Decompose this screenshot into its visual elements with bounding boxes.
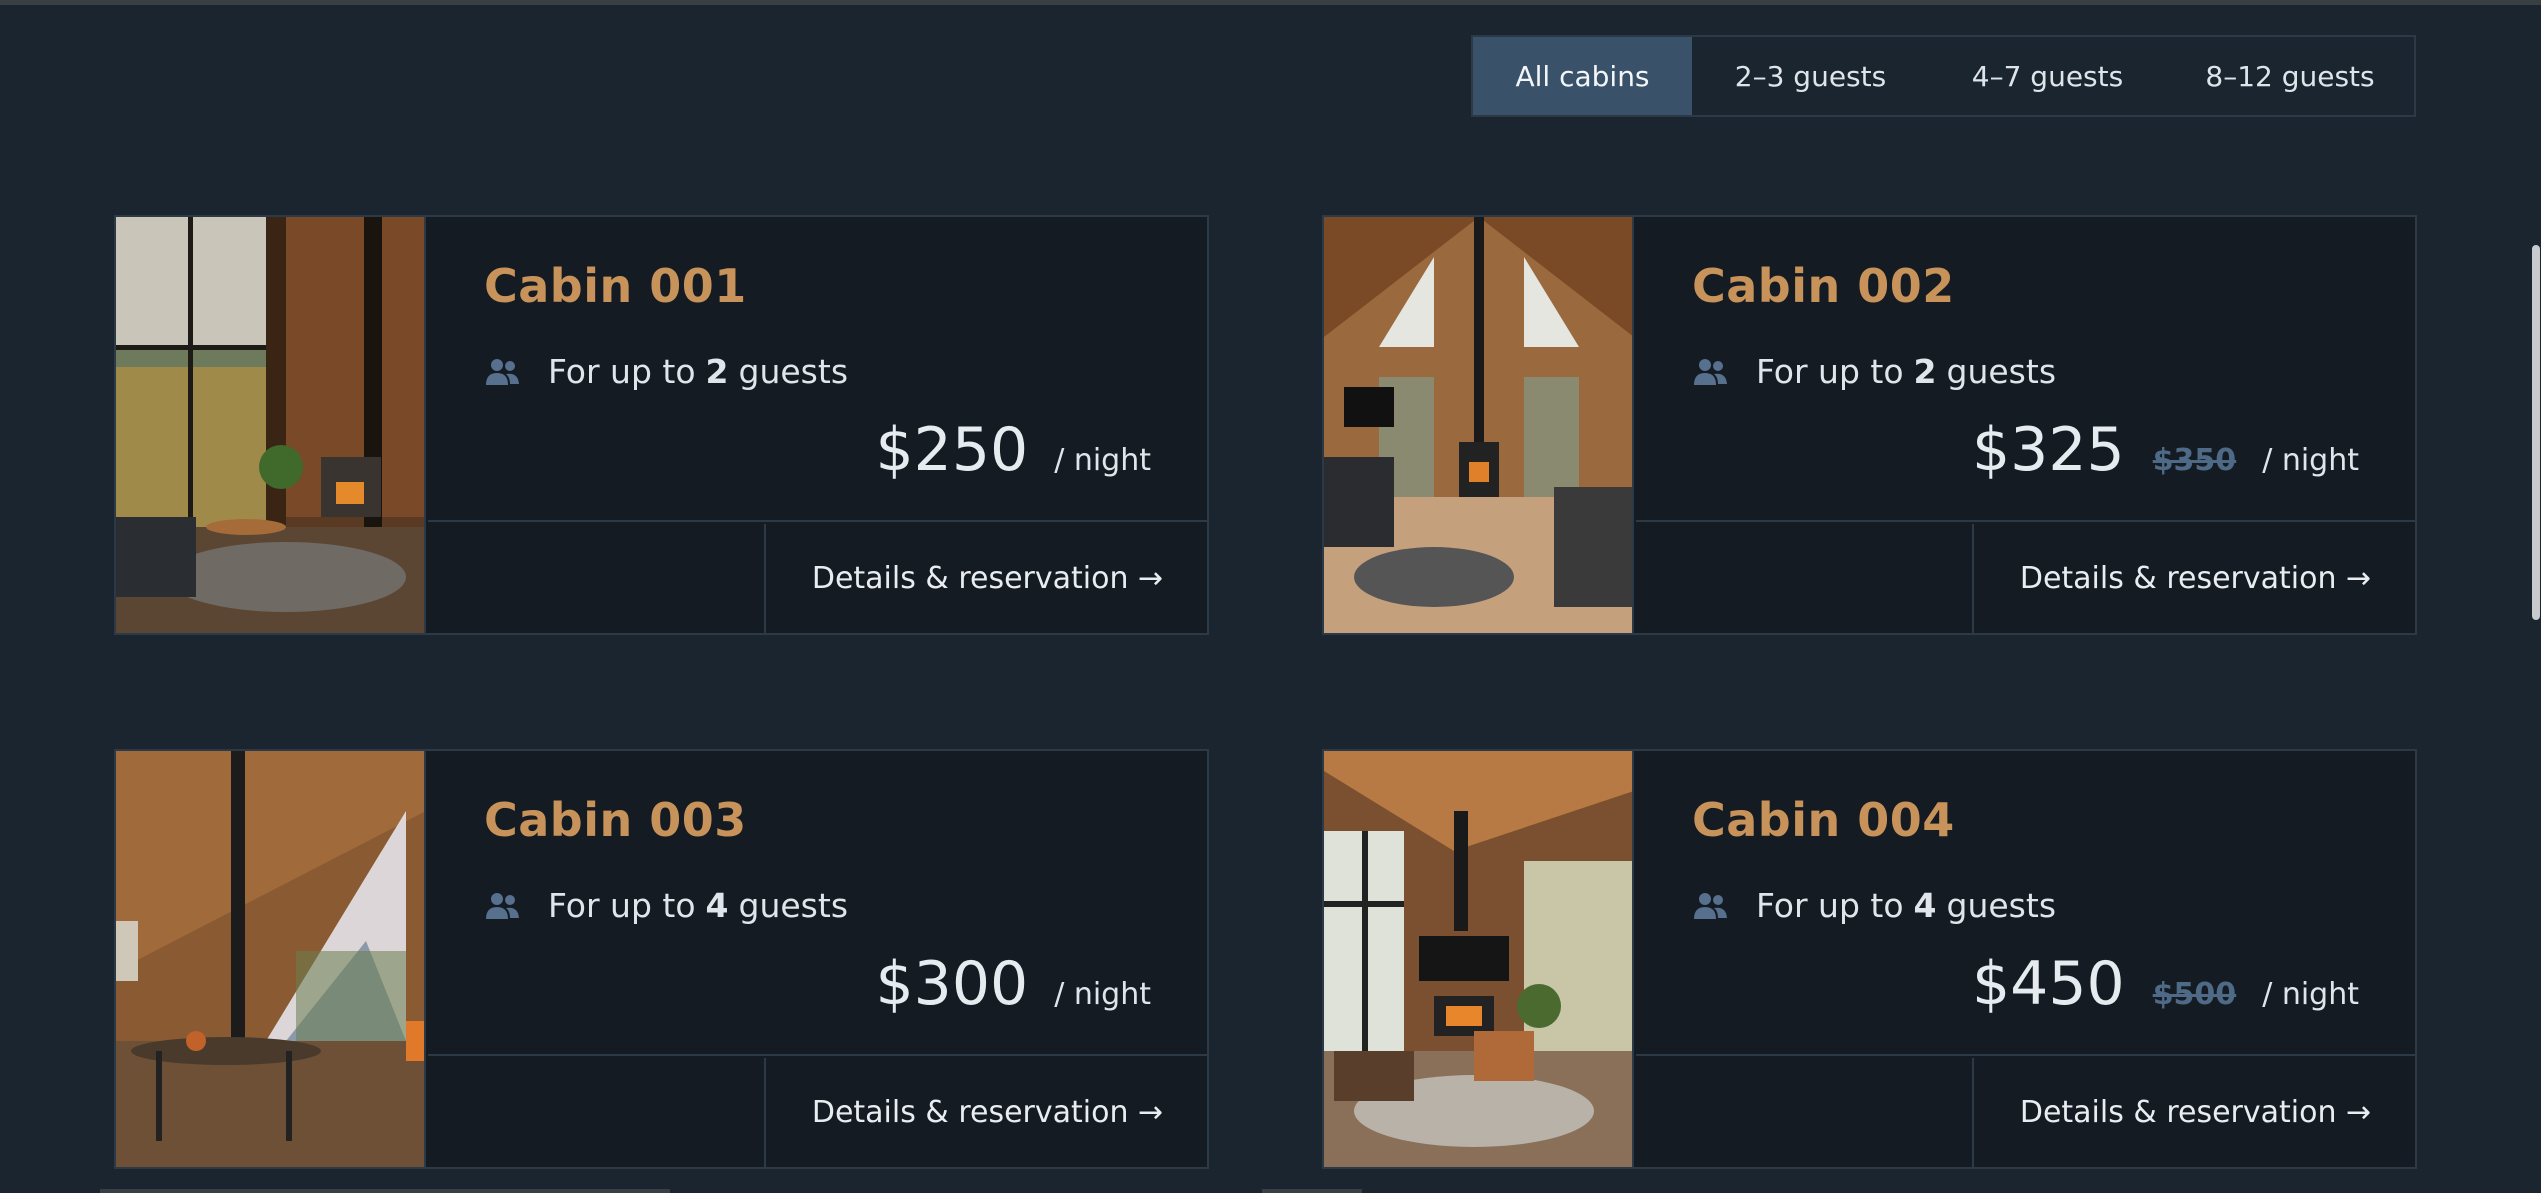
cabin-title: Cabin 004: [1692, 793, 1955, 847]
guest-filter: All cabins 2–3 guests 4–7 guests 8–12 gu…: [1471, 35, 2416, 117]
price-row: $300 / night: [875, 949, 1151, 1019]
cabin-info: Cabin 002 For up to 2 guests $325 $350 /…: [1636, 217, 2415, 522]
details-reservation-button[interactable]: Details & reservation →: [1976, 524, 2415, 633]
details-reservation-button[interactable]: Details & reservation →: [1976, 1058, 2415, 1167]
card-actions: Details & reservation →: [428, 1058, 1207, 1167]
users-icon: [486, 358, 519, 385]
cabin-photo: [116, 751, 426, 1167]
original-price: $500: [2152, 977, 2237, 1012]
scrollbar-track[interactable]: [2531, 5, 2541, 1193]
per-night-label: / night: [2262, 977, 2359, 1012]
price: $250: [875, 415, 1029, 485]
action-spacer: [428, 524, 766, 633]
cabin-photo: [1324, 217, 1634, 633]
users-icon: [1694, 892, 1727, 919]
original-price: $350: [2152, 443, 2237, 478]
action-spacer: [428, 1058, 766, 1167]
bottom-divider: [1262, 1189, 1362, 1193]
cabin-info: Cabin 004 For up to 4 guests $450 $500 /…: [1636, 751, 2415, 1056]
cabin-title: Cabin 001: [484, 259, 747, 313]
price: $325: [1971, 415, 2125, 485]
guest-capacity: For up to 2 guests: [484, 352, 848, 391]
price-row: $250 / night: [875, 415, 1151, 485]
cabin-card: Cabin 001 For up to 2 guests $250 / nigh…: [114, 215, 1209, 635]
filter-4-7-guests[interactable]: 4–7 guests: [1929, 37, 2166, 115]
filter-2-3-guests[interactable]: 2–3 guests: [1692, 37, 1929, 115]
guest-count: 2: [705, 352, 729, 391]
guests-prefix: For up to: [1756, 886, 1904, 925]
guests-suffix: guests: [1946, 352, 2057, 391]
price: $300: [875, 949, 1029, 1019]
cabin-card: Cabin 003 For up to 4 guests $300 / nigh…: [114, 749, 1209, 1169]
guests-suffix: guests: [738, 886, 849, 925]
card-actions: Details & reservation →: [1636, 524, 2415, 633]
guest-count: 4: [1913, 886, 1937, 925]
details-reservation-button[interactable]: Details & reservation →: [768, 524, 1207, 633]
cabin-card: Cabin 004 For up to 4 guests $450 $500 /…: [1322, 749, 2417, 1169]
price-row: $325 $350 / night: [1972, 415, 2359, 485]
users-icon: [1694, 358, 1727, 385]
guests-suffix: guests: [1946, 886, 2057, 925]
scrollbar-thumb[interactable]: [2532, 245, 2540, 620]
per-night-label: / night: [1054, 443, 1151, 478]
filter-8-12-guests[interactable]: 8–12 guests: [2166, 37, 2414, 115]
cabin-title: Cabin 003: [484, 793, 747, 847]
per-night-label: / night: [1054, 977, 1151, 1012]
filter-all-cabins[interactable]: All cabins: [1473, 37, 1692, 115]
bottom-divider: [100, 1189, 670, 1193]
guests-prefix: For up to: [548, 886, 696, 925]
price: $450: [1971, 949, 2125, 1019]
cabin-photo: [116, 217, 426, 633]
action-spacer: [1636, 524, 1974, 633]
cabin-photo: [1324, 751, 1634, 1167]
card-actions: Details & reservation →: [1636, 1058, 2415, 1167]
guests-prefix: For up to: [548, 352, 696, 391]
guests-suffix: guests: [738, 352, 849, 391]
action-spacer: [1636, 1058, 1974, 1167]
price-row: $450 $500 / night: [1972, 949, 2359, 1019]
guest-capacity: For up to 4 guests: [484, 886, 848, 925]
users-icon: [486, 892, 519, 919]
guests-prefix: For up to: [1756, 352, 1904, 391]
guest-count: 4: [705, 886, 729, 925]
guest-capacity: For up to 2 guests: [1692, 352, 2056, 391]
guest-capacity: For up to 4 guests: [1692, 886, 2056, 925]
per-night-label: / night: [2262, 443, 2359, 478]
window-top-border: [0, 0, 2541, 5]
cabin-info: Cabin 003 For up to 4 guests $300 / nigh…: [428, 751, 1207, 1056]
details-reservation-button[interactable]: Details & reservation →: [768, 1058, 1207, 1167]
cabin-card: Cabin 002 For up to 2 guests $325 $350 /…: [1322, 215, 2417, 635]
card-actions: Details & reservation →: [428, 524, 1207, 633]
cabin-title: Cabin 002: [1692, 259, 1955, 313]
cabin-info: Cabin 001 For up to 2 guests $250 / nigh…: [428, 217, 1207, 522]
guest-count: 2: [1913, 352, 1937, 391]
